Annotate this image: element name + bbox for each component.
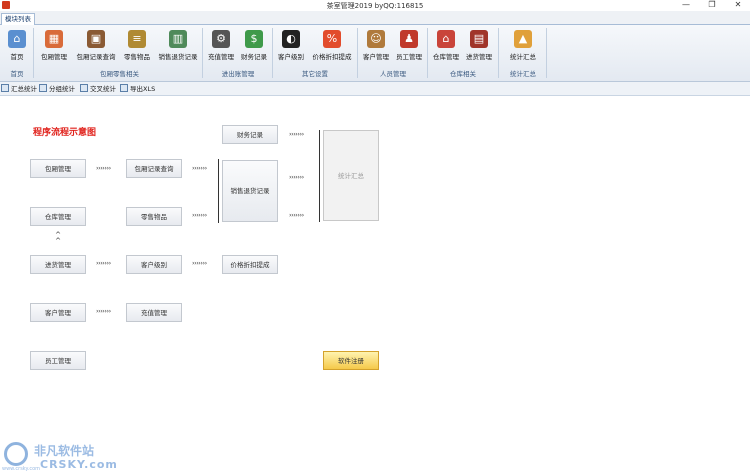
summary-stats-button[interactable]: 汇总统计 [1,84,37,94]
flow-bracket-line [319,130,320,222]
gear-icon: ⚙ [212,30,230,48]
group-stats-button[interactable]: 分组统计 [39,84,75,94]
flow-room-mgmt-button[interactable]: 包厢管理 [30,159,86,178]
flow-arrow: ››››››› [192,259,207,267]
ribbon-separator [546,28,547,78]
box-record-icon: ▣ [87,30,105,48]
close-button[interactable]: ✕ [725,0,750,11]
retail-goods-button[interactable]: ≡ 零售物品 [121,28,153,66]
group-label-other-settings: 其它设置 [302,70,328,78]
summary-icon [1,84,9,92]
group-label-room-retail: 包厢零售相关 [100,70,139,78]
customer-level-button[interactable]: ◐ 客户级别 [275,28,307,66]
flow-arrow: ››››››› [289,211,304,219]
discount-icon: % [323,30,341,48]
group-label-accounts: 进出账管理 [221,70,255,78]
warehouse-mgmt-button[interactable]: ⌂ 仓库管理 [430,28,462,66]
flow-arrow: ››››››› [192,164,207,172]
flow-arrow: ››››››› [96,307,111,315]
flow-customer-level-button[interactable]: 客户级别 [126,255,182,274]
flow-sales-return-button[interactable]: 销售退货记录 [222,160,278,222]
sales-return-icon: ▥ [169,30,187,48]
flow-arrow: ››››››› [96,259,111,267]
group-label-stats: 统计汇总 [510,70,536,78]
flow-title: 程序流程示意图 [33,128,97,138]
watermark-logo: 非凡软件站 CRSKY.com www.crsky.com [2,442,118,472]
level-icon: ◐ [282,30,300,48]
flow-summary-button[interactable]: 统计汇总 [323,130,379,221]
flow-price-discount-button[interactable]: 价格折扣提成 [222,255,278,274]
customer-mgmt-button[interactable]: ☺ 客户管理 [360,28,392,66]
finance-button[interactable]: $ 财务记录 [238,28,270,66]
sub-toolbar: 汇总统计 分组统计 交叉统计 导出XLS [0,82,750,96]
stats-icon: ▲ [514,30,532,48]
flow-staff-button[interactable]: 员工管理 [30,351,86,370]
flow-arrow: ››››››› [96,164,111,172]
ribbon-separator [427,28,428,78]
flow-retail-button[interactable]: 零售物品 [126,207,182,226]
ribbon-separator [498,28,499,78]
flow-arrow: ››››››› [289,130,304,138]
group-icon [39,84,47,92]
staff-icon: ♟ [400,30,418,48]
restore-button[interactable]: ❐ [699,0,725,11]
window-title: 茶室管理2019 byQQ:116815 [326,2,424,10]
group-label-personnel: 人员管理 [380,70,406,78]
group-label-home: 首页 [10,70,24,78]
stats-summary-button[interactable]: ▲ 统计汇总 [505,28,541,66]
flow-purchase-button[interactable]: 进货管理 [30,255,86,274]
goods-icon: ≡ [128,30,146,48]
export-xls-button[interactable]: 导出XLS [120,84,155,94]
cross-stats-button[interactable]: 交叉统计 [80,84,116,94]
staff-mgmt-button[interactable]: ♟ 员工管理 [393,28,425,66]
flow-customer-button[interactable]: 客户管理 [30,303,86,322]
title-bar: 茶室管理2019 byQQ:116815 — ❐ ✕ [0,0,750,11]
ribbon: ⌂ 首页 ▦ 包厢管理 ▣ 包厢记录查询 ≡ 零售物品 ▥ 销售退货记录 ⚙ 充值管理 $ 财… [0,25,750,82]
sales-return-button[interactable]: ▥ 销售退货记录 [154,28,202,66]
home-icon: ⌂ [8,30,26,48]
ribbon-separator [202,28,203,78]
tab-module-list[interactable]: 模块列表 [1,13,35,25]
flow-warehouse-button[interactable]: 仓库管理 [30,207,86,226]
recharge-button[interactable]: ⚙ 充值管理 [205,28,237,66]
flow-recharge-button[interactable]: 充值管理 [126,303,182,322]
customer-icon: ☺ [367,30,385,48]
home-button[interactable]: ⌂ 首页 [4,28,30,66]
flow-arrow: ››››››› [192,211,207,219]
flow-arrow: ››››››› [289,173,304,181]
ribbon-separator [272,28,273,78]
cross-icon [80,84,88,92]
room-mgmt-button[interactable]: ▦ 包厢管理 [37,28,71,66]
flow-up-carets: ^ ^ [55,231,61,245]
logo-circle-icon [4,442,28,466]
flow-finance-button[interactable]: 财务记录 [222,125,278,144]
flow-bracket-line [218,159,219,223]
export-icon [120,84,128,92]
price-discount-button[interactable]: % 价格折扣提成 [309,28,355,66]
room-query-button[interactable]: ▣ 包厢记录查询 [72,28,120,66]
warehouse-icon: ⌂ [437,30,455,48]
finance-icon: $ [245,30,263,48]
tab-strip: 模块列表 [0,11,750,25]
group-label-warehouse: 仓库相关 [450,70,476,78]
ribbon-separator [33,28,34,78]
ribbon-separator [357,28,358,78]
flow-room-query-button[interactable]: 包厢记录查询 [126,159,182,178]
purchase-mgmt-button[interactable]: ▤ 进货管理 [463,28,495,66]
register-button[interactable]: 软件注册 [323,351,379,370]
minimize-button[interactable]: — [673,0,699,11]
room-icon: ▦ [45,30,63,48]
purchase-icon: ▤ [470,30,488,48]
